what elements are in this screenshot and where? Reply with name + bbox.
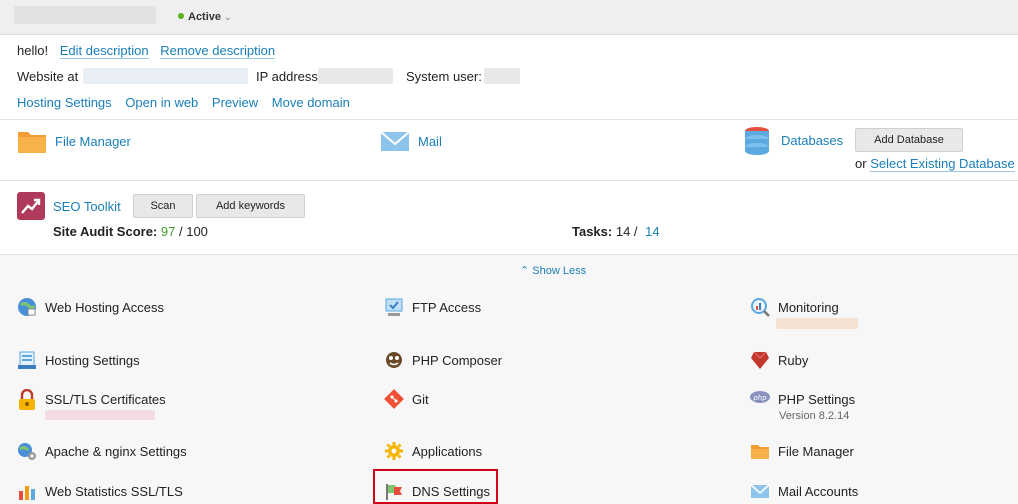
tool-label: FTP Access bbox=[412, 299, 482, 315]
audit-score-max: / 100 bbox=[178, 224, 208, 239]
tool-label: Git bbox=[412, 391, 429, 407]
scan-button[interactable]: Scan bbox=[133, 194, 193, 218]
show-less-toggle[interactable]: ⌃ Show Less bbox=[520, 264, 586, 277]
php-settings-item[interactable]: php PHP Settings bbox=[750, 389, 855, 409]
monitoring-item[interactable]: Monitoring bbox=[750, 297, 839, 317]
ftp-access-item[interactable]: FTP Access bbox=[384, 297, 481, 317]
tool-label: File Manager bbox=[778, 443, 854, 459]
web-hosting-access-item[interactable]: Web Hosting Access bbox=[17, 297, 164, 317]
tasks-summary: Tasks: 14 / 14 bbox=[572, 224, 660, 239]
system-user-label: System user: bbox=[406, 69, 482, 84]
open-in-web-link[interactable]: Open in web bbox=[125, 95, 198, 110]
databases-tile[interactable]: Databases bbox=[743, 126, 843, 155]
file-manager-item[interactable]: File Manager bbox=[750, 441, 854, 461]
applications-item[interactable]: Applications bbox=[384, 441, 482, 461]
monitoring-icon bbox=[750, 297, 770, 317]
site-audit-score: Site Audit Score: 97 / 100 bbox=[53, 224, 208, 239]
tool-label: Applications bbox=[412, 443, 483, 459]
redacted-monitoring-info bbox=[776, 318, 858, 329]
add-database-button[interactable]: Add Database bbox=[855, 128, 963, 152]
redacted-domain-name bbox=[14, 6, 156, 24]
folder-icon bbox=[17, 127, 47, 155]
php-composer-icon bbox=[384, 350, 404, 370]
tool-label: Ruby bbox=[778, 352, 809, 368]
tasks-total-link[interactable]: 14 bbox=[645, 224, 659, 239]
git-icon bbox=[384, 389, 404, 409]
php-version-text: Version 8.2.14 bbox=[779, 410, 850, 422]
divider bbox=[0, 119, 1018, 120]
mail-tile[interactable]: Mail bbox=[380, 127, 442, 155]
tool-label: Hosting Settings bbox=[45, 352, 140, 368]
web-hosting-access-icon bbox=[17, 297, 37, 317]
tool-label: Web Statistics SSL/TLS bbox=[45, 483, 183, 499]
tools-panel: ⌃ Show Less bbox=[0, 254, 1018, 504]
domain-actions: Hosting Settings Open in web Preview Mov… bbox=[17, 95, 350, 110]
database-icon bbox=[743, 126, 773, 155]
ssl-tls-certificates-item[interactable]: SSL/TLS Certificates bbox=[17, 388, 166, 410]
envelope-icon bbox=[380, 127, 410, 155]
databases-link[interactable]: Databases bbox=[781, 133, 843, 148]
applications-icon bbox=[384, 441, 404, 461]
audit-score-label: Site Audit Score: bbox=[53, 224, 158, 239]
mail-link[interactable]: Mail bbox=[418, 134, 442, 149]
ip-address-label: IP address bbox=[256, 69, 318, 84]
move-domain-link[interactable]: Move domain bbox=[272, 95, 350, 110]
seo-toolkit-tile[interactable]: SEO Toolkit bbox=[17, 192, 121, 220]
web-statistics-item[interactable]: Web Statistics SSL/TLS bbox=[17, 481, 183, 501]
tool-label: PHP Composer bbox=[412, 352, 503, 368]
tool-label: PHP Settings bbox=[778, 391, 856, 407]
divider bbox=[0, 180, 1018, 181]
redacted-website-url bbox=[83, 68, 248, 84]
hosting-settings-link[interactable]: Hosting Settings bbox=[17, 95, 112, 110]
hosting-settings-item[interactable]: Hosting Settings bbox=[17, 350, 140, 370]
ssl-lock-icon bbox=[17, 388, 37, 410]
remove-description-link[interactable]: Remove description bbox=[160, 43, 276, 59]
tool-label: Web Hosting Access bbox=[45, 299, 164, 315]
select-existing-db-row: or Select Existing Database bbox=[855, 156, 1015, 172]
seo-toolkit-link[interactable]: SEO Toolkit bbox=[53, 199, 121, 214]
web-statistics-icon bbox=[17, 481, 37, 501]
website-label: Website at bbox=[17, 69, 79, 84]
status-dot-icon bbox=[178, 13, 184, 19]
tasks-label: Tasks: bbox=[572, 224, 613, 239]
folder-icon bbox=[750, 441, 770, 461]
add-keywords-button[interactable]: Add keywords bbox=[196, 194, 305, 218]
preview-link[interactable]: Preview bbox=[212, 95, 258, 110]
mail-accounts-item[interactable]: Mail Accounts bbox=[750, 481, 858, 501]
apache-nginx-icon bbox=[17, 441, 37, 461]
highlight-box bbox=[373, 469, 498, 504]
redacted-system-user bbox=[484, 68, 520, 84]
status-label: Active bbox=[188, 11, 222, 23]
description-text: hello! bbox=[17, 43, 49, 58]
php-composer-item[interactable]: PHP Composer bbox=[384, 350, 502, 370]
tasks-done: 14 / bbox=[615, 224, 638, 239]
php-settings-icon: php bbox=[750, 389, 770, 409]
hosting-settings-icon bbox=[17, 350, 37, 370]
tool-label: Mail Accounts bbox=[778, 483, 859, 499]
file-manager-tile[interactable]: File Manager bbox=[17, 127, 131, 155]
ruby-icon bbox=[750, 350, 770, 370]
git-item[interactable]: Git bbox=[384, 389, 429, 409]
edit-description-link[interactable]: Edit description bbox=[59, 43, 149, 59]
divider bbox=[0, 254, 1018, 255]
ftp-access-icon bbox=[384, 297, 404, 317]
mail-accounts-icon bbox=[750, 481, 770, 501]
tool-label: Monitoring bbox=[778, 299, 839, 315]
apache-nginx-settings-item[interactable]: Apache & nginx Settings bbox=[17, 441, 187, 461]
chevron-down-icon: ⌄ bbox=[224, 12, 232, 22]
redacted-certificate-info bbox=[45, 410, 155, 420]
audit-score-value: 97 bbox=[160, 224, 176, 239]
tool-label: SSL/TLS Certificates bbox=[45, 391, 166, 407]
file-manager-link[interactable]: File Manager bbox=[55, 134, 131, 149]
redacted-ip-address bbox=[318, 68, 393, 84]
svg-text:php: php bbox=[752, 394, 767, 402]
domain-header-bar: Active ⌄ bbox=[0, 0, 1018, 35]
select-existing-database-link[interactable]: Select Existing Database bbox=[870, 156, 1015, 172]
or-text: or bbox=[855, 156, 867, 171]
status-dropdown[interactable]: Active ⌄ bbox=[178, 11, 232, 23]
description-row: hello! Edit description Remove descripti… bbox=[17, 43, 276, 59]
ruby-item[interactable]: Ruby bbox=[750, 350, 808, 370]
tool-label: Apache & nginx Settings bbox=[45, 443, 187, 459]
seo-toolkit-icon bbox=[17, 192, 45, 220]
